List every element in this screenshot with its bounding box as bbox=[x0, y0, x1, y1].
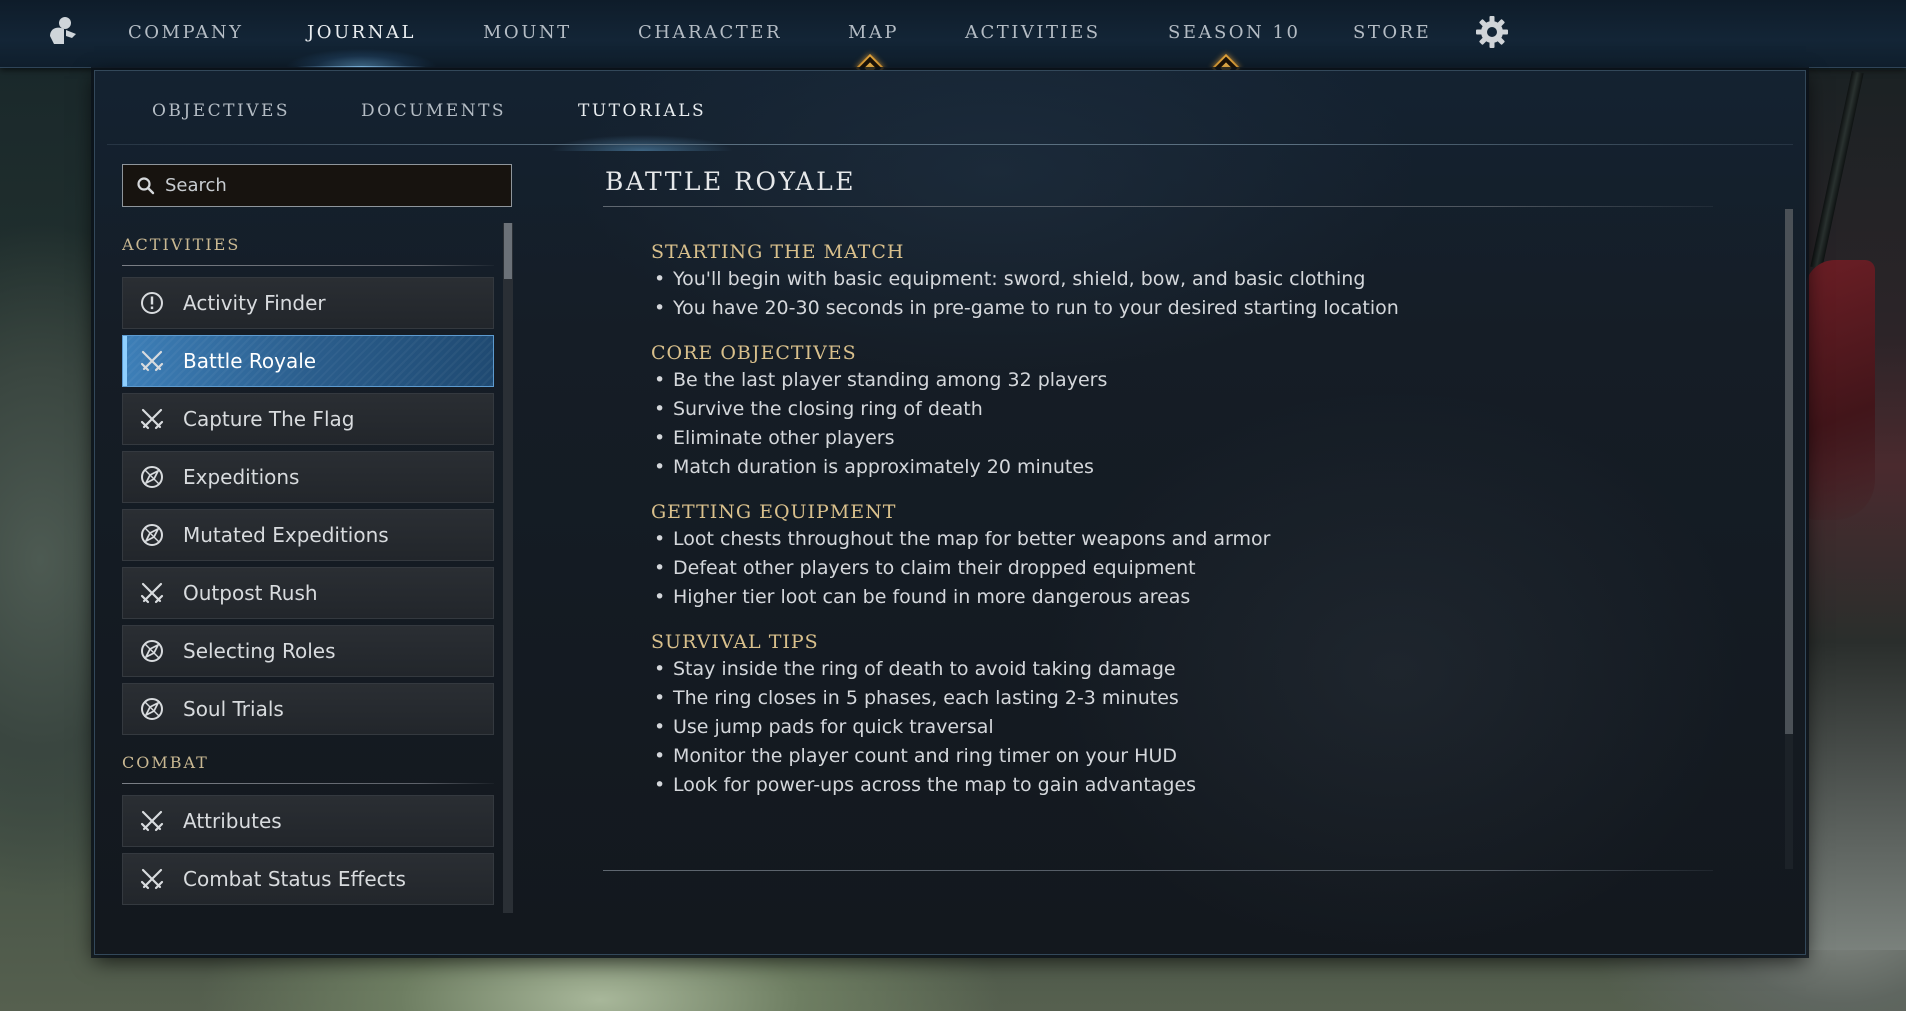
bullet-item: Be the last player standing among 32 pla… bbox=[651, 366, 1691, 395]
section-divider bbox=[122, 265, 494, 266]
compass-icon bbox=[137, 694, 167, 724]
nav-tab-season[interactable]: SEASON 10 bbox=[1168, 0, 1300, 64]
bullet-item: You'll begin with basic equipment: sword… bbox=[651, 265, 1691, 294]
bullet-item: Match duration is approximately 20 minut… bbox=[651, 453, 1691, 482]
content-scrollbar-thumb[interactable] bbox=[1785, 209, 1793, 734]
section-divider bbox=[122, 783, 494, 784]
tutorial-body: STARTING THE MATCH You'll begin with bas… bbox=[651, 239, 1691, 817]
search-input[interactable] bbox=[157, 165, 511, 206]
sidebar-item-outpost-rush[interactable]: Outpost Rush bbox=[122, 567, 494, 619]
bullet-item: Eliminate other players bbox=[651, 424, 1691, 453]
crossed-swords-icon bbox=[137, 404, 167, 434]
sidebar-scrollbar-thumb[interactable] bbox=[504, 223, 512, 279]
subtab-tutorials[interactable]: TUTORIALS bbox=[527, 101, 757, 151]
search-box[interactable] bbox=[122, 164, 512, 207]
nav-tab-journal[interactable]: JOURNAL bbox=[267, 0, 456, 68]
bullet-item: Higher tier loot can be found in more da… bbox=[651, 583, 1691, 612]
section-title: CORE OBJECTIVES bbox=[651, 342, 857, 364]
nav-tab-company[interactable]: COMPANY bbox=[128, 0, 244, 64]
tutorial-section: SURVIVAL TIPS Stay inside the ring of de… bbox=[651, 629, 1691, 800]
tutorial-section: CORE OBJECTIVES Be the last player stand… bbox=[651, 340, 1691, 482]
crossed-swords-icon bbox=[137, 578, 167, 608]
sidebar-item-soul-trials[interactable]: Soul Trials bbox=[122, 683, 494, 735]
company-logo-icon[interactable] bbox=[44, 14, 80, 50]
nav-tab-map[interactable]: MAP bbox=[848, 0, 899, 64]
section-header-combat: COMBAT bbox=[122, 753, 209, 772]
bullet-item: You have 20-30 seconds in pre-game to ru… bbox=[651, 294, 1691, 323]
section-title: SURVIVAL TIPS bbox=[651, 631, 819, 653]
sidebar-item-label: Battle Royale bbox=[183, 349, 317, 373]
content-bottom-divider bbox=[603, 870, 1713, 871]
sidebar-item-label: Outpost Rush bbox=[183, 581, 318, 605]
sidebar-item-label: Capture The Flag bbox=[183, 407, 355, 431]
tutorial-section: GETTING EQUIPMENT Loot chests throughout… bbox=[651, 499, 1691, 612]
compass-icon bbox=[137, 636, 167, 666]
nav-tab-mount[interactable]: MOUNT bbox=[483, 0, 572, 64]
bullet-item: Monitor the player count and ring timer … bbox=[651, 742, 1691, 771]
sidebar-item-label: Expeditions bbox=[183, 465, 300, 489]
sidebar-item-label: Soul Trials bbox=[183, 697, 284, 721]
nav-tab-store[interactable]: STORE bbox=[1353, 0, 1431, 64]
sidebar-item-activity-finder[interactable]: Activity Finder bbox=[122, 277, 494, 329]
journal-panel: OBJECTIVES DOCUMENTS TUTORIALS ACTIVITIE… bbox=[94, 70, 1806, 955]
tutorial-sidebar: ACTIVITIES Activity Finder Battle Royale Ca… bbox=[122, 223, 494, 913]
background-character bbox=[1795, 70, 1906, 950]
tutorial-section: STARTING THE MATCH You'll begin with bas… bbox=[651, 239, 1691, 323]
gear-icon[interactable] bbox=[1474, 14, 1510, 50]
section-title: STARTING THE MATCH bbox=[651, 241, 905, 263]
bullet-item: Defeat other players to claim their drop… bbox=[651, 554, 1691, 583]
content-scrollbar[interactable] bbox=[1785, 209, 1793, 869]
nav-tab-character[interactable]: CHARACTER bbox=[638, 0, 782, 64]
crossed-swords-icon bbox=[137, 346, 167, 376]
sidebar-item-selecting-roles[interactable]: Selecting Roles bbox=[122, 625, 494, 677]
section-header-activities: ACTIVITIES bbox=[122, 235, 241, 254]
subtab-divider bbox=[107, 144, 1793, 145]
sidebar-item-label: Activity Finder bbox=[183, 291, 326, 315]
search-icon bbox=[135, 175, 157, 197]
sidebar-scrollbar[interactable] bbox=[503, 223, 513, 913]
sidebar-item-expeditions[interactable]: Expeditions bbox=[122, 451, 494, 503]
bullet-item: Use jump pads for quick traversal bbox=[651, 713, 1691, 742]
sidebar-item-combat-status-effects[interactable]: Combat Status Effects bbox=[122, 853, 494, 905]
background-cloak bbox=[1805, 260, 1875, 520]
section-title: GETTING EQUIPMENT bbox=[651, 501, 897, 523]
background-staff bbox=[1810, 70, 1864, 270]
compass-icon bbox=[137, 462, 167, 492]
sidebar-item-label: Combat Status Effects bbox=[183, 867, 406, 891]
bullet-item: Survive the closing ring of death bbox=[651, 395, 1691, 424]
exclamation-circle-icon bbox=[137, 288, 167, 318]
crossed-swords-icon bbox=[137, 864, 167, 894]
bullet-item: Look for power-ups across the map to gai… bbox=[651, 771, 1691, 800]
bullet-item: Stay inside the ring of death to avoid t… bbox=[651, 655, 1691, 684]
nav-tab-activities[interactable]: ACTIVITIES bbox=[965, 0, 1101, 64]
subtab-documents[interactable]: DOCUMENTS bbox=[361, 101, 506, 121]
sidebar-item-label: Mutated Expeditions bbox=[183, 523, 389, 547]
compass-icon bbox=[137, 520, 167, 550]
sidebar-item-label: Attributes bbox=[183, 809, 282, 833]
subtab-objectives[interactable]: OBJECTIVES bbox=[152, 101, 290, 121]
bullet-item: Loot chests throughout the map for bette… bbox=[651, 525, 1691, 554]
sidebar-item-capture-the-flag[interactable]: Capture The Flag bbox=[122, 393, 494, 445]
sidebar-item-attributes[interactable]: Attributes bbox=[122, 795, 494, 847]
title-divider bbox=[603, 206, 1713, 207]
sidebar-item-label: Selecting Roles bbox=[183, 639, 336, 663]
top-nav-bar: COMPANY JOURNAL MOUNT CHARACTER MAP ACTI… bbox=[0, 0, 1906, 68]
sidebar-item-mutated-expeditions[interactable]: Mutated Expeditions bbox=[122, 509, 494, 561]
tutorial-title: BATTLE ROYALE bbox=[605, 167, 856, 196]
crossed-swords-icon bbox=[137, 806, 167, 836]
sidebar-item-battle-royale[interactable]: Battle Royale bbox=[122, 335, 494, 387]
bullet-item: The ring closes in 5 phases, each lastin… bbox=[651, 684, 1691, 713]
